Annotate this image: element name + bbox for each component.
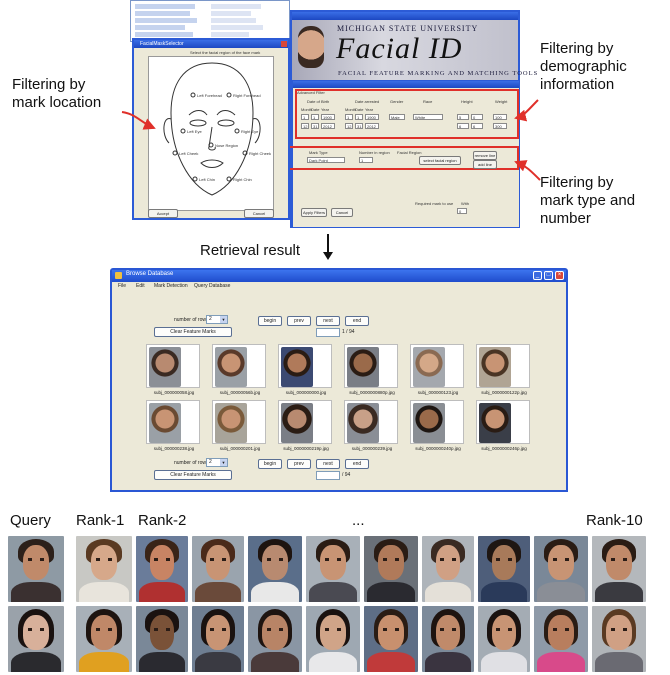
thumbnail-caption: subj_0000000880p.jpg bbox=[349, 390, 395, 395]
result-thumbnail[interactable] bbox=[476, 344, 530, 388]
rank2-photo bbox=[136, 536, 188, 602]
thumbnail-caption: subj_00000056b.jpg bbox=[219, 390, 261, 395]
thumbnail-caption: subj_0000000219p.jpg bbox=[283, 446, 329, 451]
maximize-icon[interactable]: □ bbox=[544, 271, 553, 280]
thumbnail-caption: subj_0000000240p.jpg bbox=[415, 446, 461, 451]
menu-query-database[interactable]: Query Database bbox=[194, 283, 230, 289]
menu-file[interactable]: File bbox=[118, 283, 126, 289]
rank10-photo bbox=[592, 536, 646, 602]
result-thumbnail[interactable] bbox=[146, 344, 200, 388]
thumbnail-caption: subj_000000000.jpg bbox=[285, 390, 327, 395]
rows-label-bottom: number of rows: bbox=[174, 460, 210, 466]
rank-photo bbox=[364, 536, 418, 602]
retrieval-result-label: Retrieval result bbox=[200, 242, 301, 259]
rank-photo bbox=[192, 536, 244, 602]
result-thumbnail[interactable] bbox=[278, 400, 332, 444]
rank2-photo bbox=[136, 606, 188, 672]
result-thumbnail[interactable] bbox=[146, 400, 200, 444]
rank-photo bbox=[422, 606, 474, 672]
browser-title-bar: Browse Database _ □ × bbox=[112, 270, 566, 282]
result-thumbnail[interactable] bbox=[212, 400, 266, 444]
arrow-mark-type bbox=[514, 160, 541, 181]
rank2-label: Rank-2 bbox=[138, 512, 187, 529]
chevron-down-icon: ▼ bbox=[220, 459, 227, 466]
result-thumbnail[interactable] bbox=[410, 344, 464, 388]
arrow-demographic bbox=[514, 99, 539, 122]
begin-button-bottom[interactable]: begin bbox=[258, 459, 282, 469]
rank1-photo bbox=[76, 606, 132, 672]
query-photo bbox=[8, 536, 64, 602]
clear-marks-button[interactable]: Clear Feature Marks bbox=[154, 327, 232, 337]
result-thumbnail[interactable] bbox=[344, 400, 398, 444]
page-input[interactable] bbox=[316, 328, 340, 337]
rank-photo bbox=[192, 606, 244, 672]
query-photo bbox=[8, 606, 64, 672]
ellipsis-label: ... bbox=[352, 512, 365, 529]
rank-photo bbox=[534, 606, 588, 672]
page-total-bottom: / 94 bbox=[342, 472, 351, 478]
minimize-icon[interactable]: _ bbox=[533, 271, 542, 280]
app-icon bbox=[115, 272, 122, 279]
end-button-bottom[interactable]: end bbox=[345, 459, 369, 469]
page-total: 1 / 94 bbox=[342, 329, 355, 335]
arrow-mark-location bbox=[121, 111, 156, 130]
close-icon[interactable]: × bbox=[555, 271, 564, 280]
rank10-photo bbox=[592, 606, 646, 672]
rank1-photo bbox=[76, 536, 132, 602]
result-thumbnail[interactable] bbox=[278, 344, 332, 388]
browser-title: Browse Database bbox=[126, 271, 174, 277]
thumbnail-caption: subj_0000000246p.jpg bbox=[481, 446, 527, 451]
rank-photo bbox=[306, 536, 360, 602]
prev-button-bottom[interactable]: prev bbox=[287, 459, 311, 469]
thumbnail-caption: subj_000000238.jpg bbox=[153, 446, 195, 451]
rank-photo bbox=[306, 606, 360, 672]
rank-photo bbox=[478, 606, 530, 672]
clear-marks-button-bottom[interactable]: Clear Feature Marks bbox=[154, 470, 232, 480]
rank-photo bbox=[534, 536, 588, 602]
chevron-down-icon: ▼ bbox=[220, 316, 227, 323]
end-button[interactable]: end bbox=[345, 316, 369, 326]
thumbnail-caption: subj_000000201.jpg bbox=[219, 446, 261, 451]
rank-photo bbox=[248, 536, 302, 602]
down-arrow-icon bbox=[323, 234, 333, 260]
rank-photo bbox=[422, 536, 474, 602]
query-label: Query bbox=[10, 512, 51, 529]
thumbnail-caption: subj_000000123.jpg bbox=[417, 390, 459, 395]
callout-arrows bbox=[121, 99, 541, 181]
menu-bar: File Edit Mark Detection Query Database bbox=[112, 282, 566, 291]
rank-photo bbox=[248, 606, 302, 672]
thumbnail-caption: subj_000000239.jpg bbox=[351, 446, 393, 451]
result-thumbnail[interactable] bbox=[476, 400, 530, 444]
page-input-bottom[interactable] bbox=[316, 471, 340, 480]
thumbnail-caption: subj_0000000122p.jpg bbox=[481, 390, 527, 395]
rank10-label: Rank-10 bbox=[586, 512, 643, 529]
rank-photo bbox=[364, 606, 418, 672]
begin-button[interactable]: begin bbox=[258, 316, 282, 326]
result-thumbnail[interactable] bbox=[344, 344, 398, 388]
result-thumbnail[interactable] bbox=[410, 400, 464, 444]
next-button[interactable]: next bbox=[316, 316, 340, 326]
menu-edit[interactable]: Edit bbox=[136, 283, 145, 289]
browse-database-window: Browse Database _ □ × File Edit Mark Det… bbox=[110, 268, 568, 492]
rank-photo bbox=[478, 536, 530, 602]
rows-label: number of rows: bbox=[174, 317, 210, 323]
menu-mark-detection[interactable]: Mark Detection bbox=[154, 283, 188, 289]
result-thumbnail[interactable] bbox=[212, 344, 266, 388]
prev-button[interactable]: prev bbox=[287, 316, 311, 326]
rows-select[interactable]: 2 ▼ bbox=[206, 315, 228, 324]
thumbnail-caption: subj_000000058.jpg bbox=[153, 390, 195, 395]
next-button-bottom[interactable]: next bbox=[316, 459, 340, 469]
rank1-label: Rank-1 bbox=[76, 512, 125, 529]
rows-select-bottom[interactable]: 2 ▼ bbox=[206, 458, 228, 467]
